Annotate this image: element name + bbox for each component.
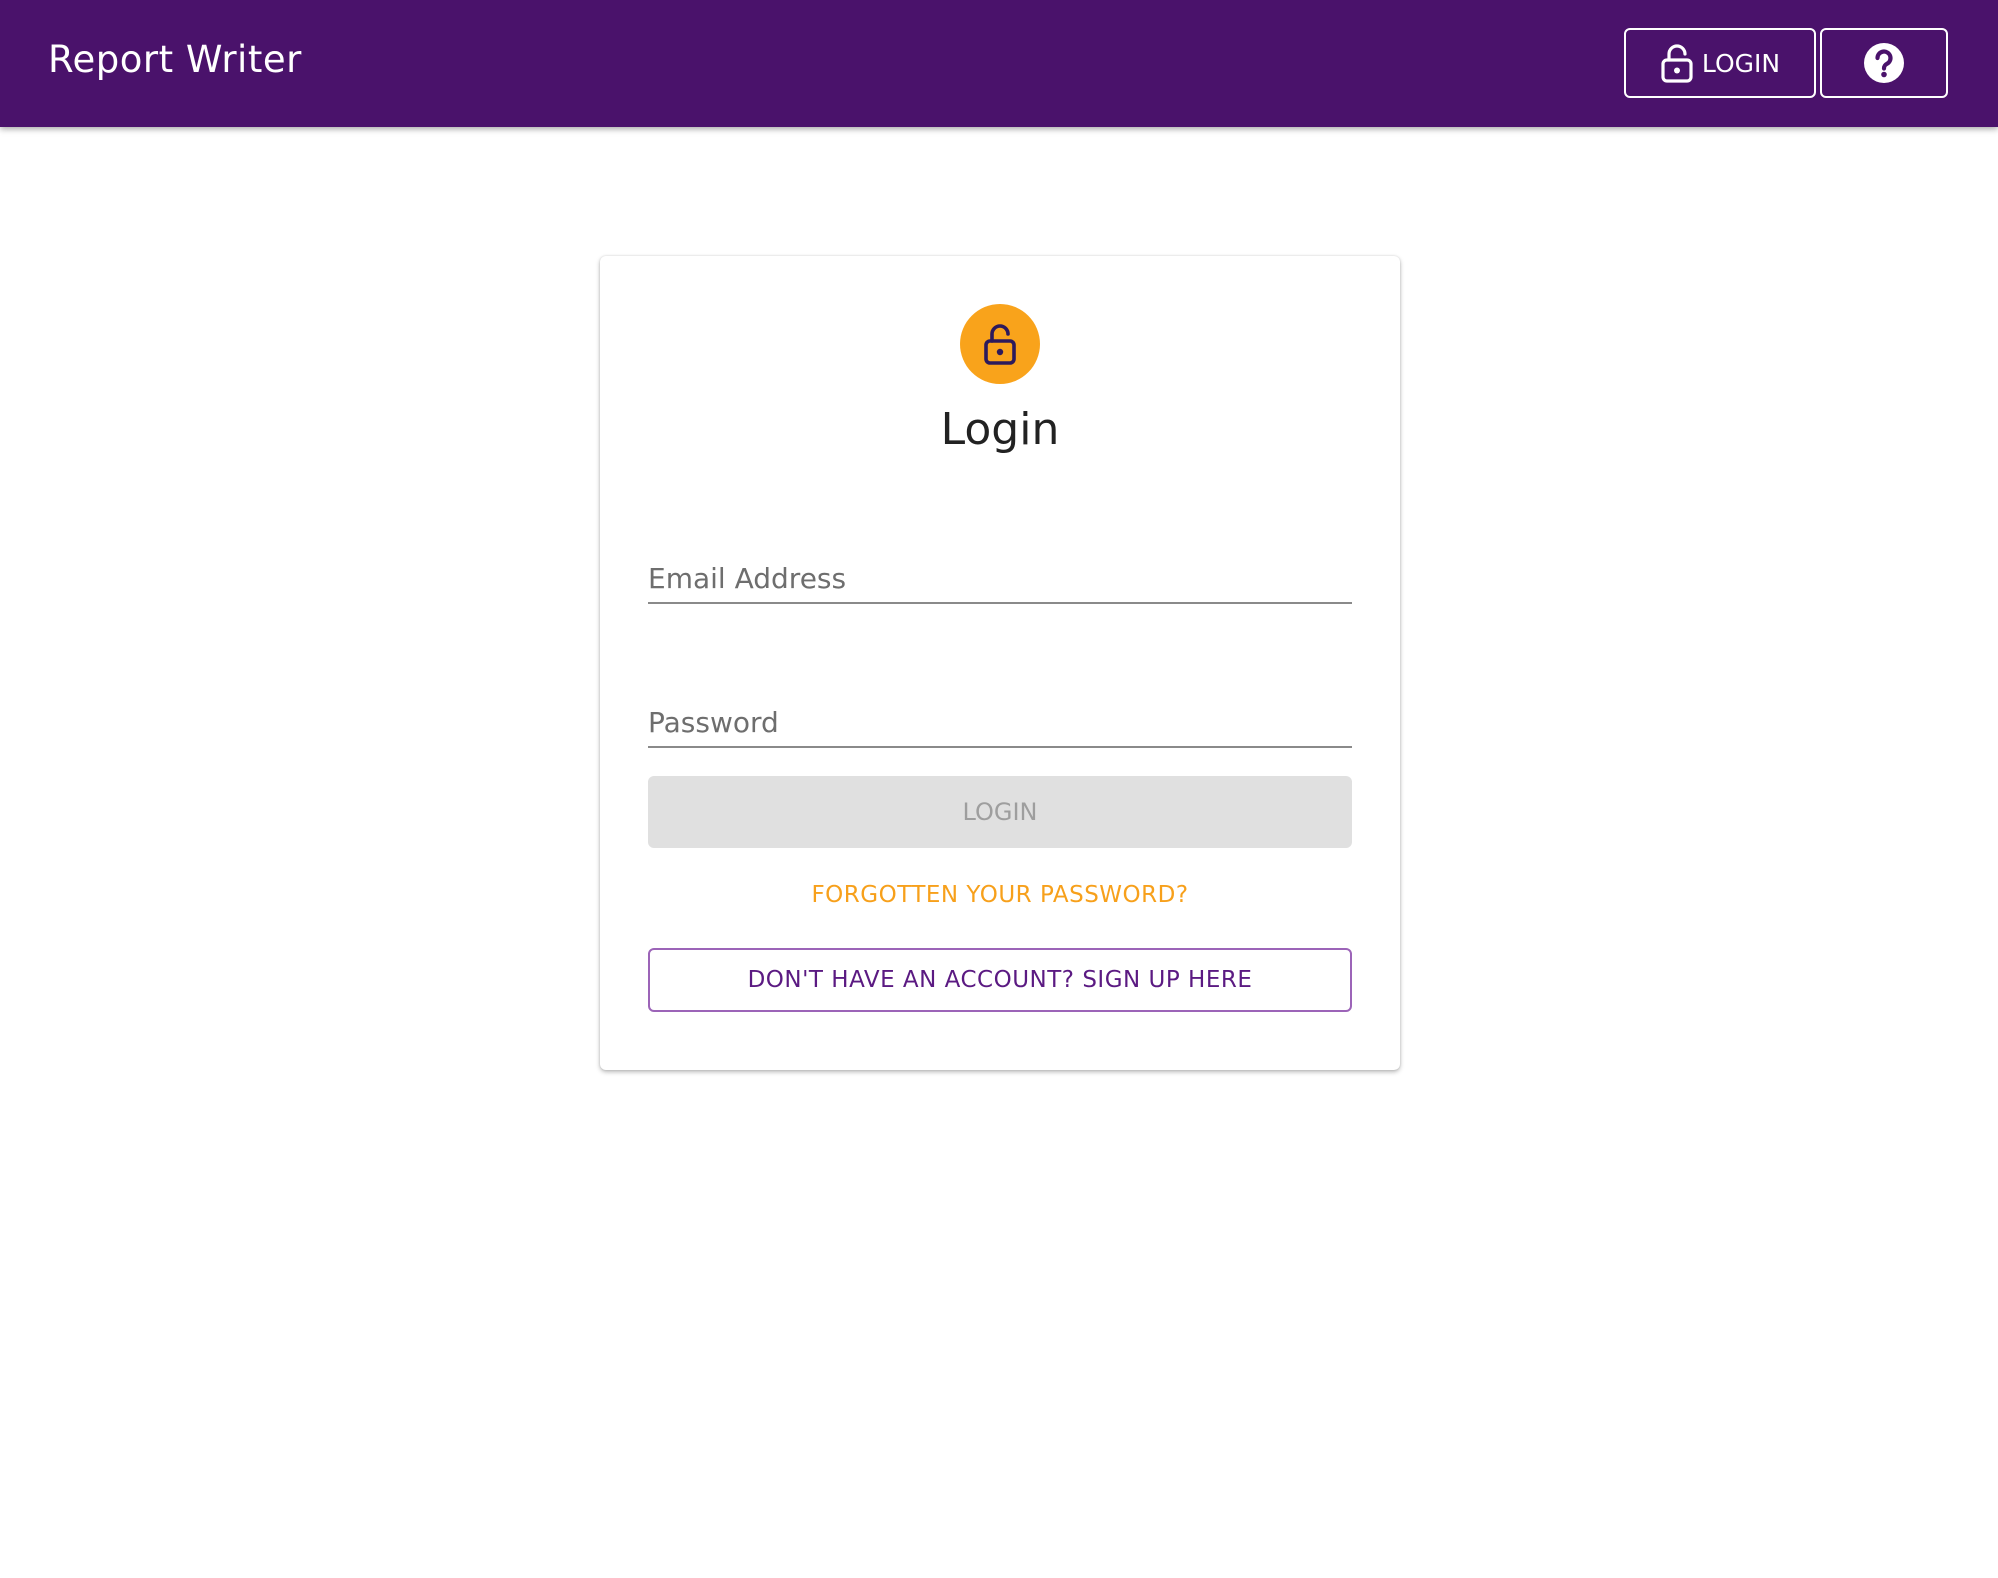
app-title: Report Writer	[48, 38, 302, 81]
signup-button[interactable]: DON'T HAVE AN ACCOUNT? SIGN UP HERE	[648, 948, 1352, 1012]
email-input[interactable]	[648, 544, 1352, 602]
app-bar: Report Writer LOGIN	[0, 0, 1998, 127]
avatar	[960, 304, 1040, 384]
forgot-password-link[interactable]: FORGOTTEN YOUR PASSWORD?	[600, 882, 1400, 908]
password-input[interactable]	[648, 688, 1352, 746]
login-card: Login LOGIN FORGOTTEN YOUR PASSWORD? DON…	[600, 256, 1400, 1070]
help-circle-icon	[1863, 42, 1905, 84]
header-login-label: LOGIN	[1701, 48, 1781, 78]
email-field	[648, 544, 1352, 604]
password-field	[648, 688, 1352, 748]
page-title: Login	[940, 404, 1060, 455]
help-button[interactable]	[1820, 28, 1948, 98]
login-button[interactable]: LOGIN	[648, 776, 1352, 848]
lock-open-icon	[1660, 43, 1694, 83]
header-login-button[interactable]: LOGIN	[1624, 28, 1816, 98]
lock-open-icon	[980, 321, 1020, 367]
